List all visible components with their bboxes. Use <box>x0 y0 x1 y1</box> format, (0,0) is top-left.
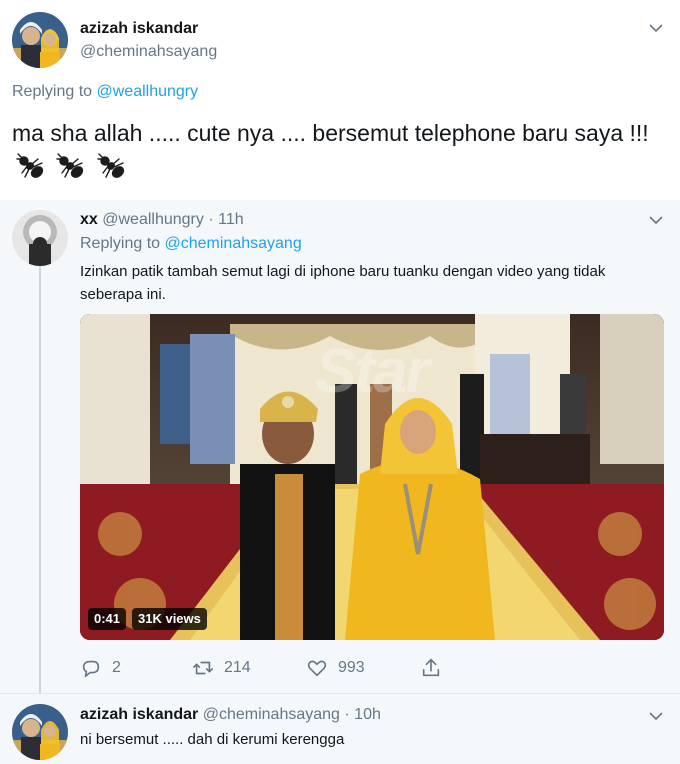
author-name[interactable]: azizah iskandar <box>80 20 198 38</box>
reply-button[interactable]: 2 <box>80 656 121 680</box>
ant-icon <box>56 153 84 178</box>
thread: xx @weallhungry · 11h Replying to @chemi… <box>0 200 680 764</box>
video-player[interactable]: Star 0:41 31K views <box>80 314 664 640</box>
video-duration-badge: 0:41 <box>88 608 127 630</box>
chevron-down-icon[interactable] <box>648 20 664 36</box>
heart-icon <box>307 660 327 677</box>
author-name[interactable]: xx <box>80 211 98 228</box>
retweet-icon <box>193 661 213 675</box>
tweet-time[interactable]: · 11h <box>208 211 243 228</box>
tweet-header: azizah iskandar @cheminahsayang · 10h <box>80 706 381 724</box>
thread-connector-line <box>39 264 41 694</box>
tweet-actions: 2 214 993 <box>80 656 480 680</box>
author-handle[interactable]: @cheminahsayang <box>203 706 340 723</box>
author-name[interactable]: azizah iskandar <box>80 706 198 723</box>
chevron-down-icon[interactable] <box>648 212 664 228</box>
author-handle[interactable]: @cheminahsayang <box>80 43 217 61</box>
share-button[interactable] <box>420 656 452 680</box>
tweet-text: ni bersemut ..... dah di kerumi kerengga <box>80 731 345 748</box>
replying-to: Replying to @weallhungry <box>12 83 198 101</box>
ant-icon <box>97 153 124 178</box>
tweet-text: Izinkan patik tambah semut lagi di iphon… <box>80 263 606 303</box>
divider <box>0 693 680 694</box>
tweet-time[interactable]: · 10h <box>344 706 380 723</box>
avatar[interactable] <box>12 12 68 68</box>
replying-to-link[interactable]: @weallhungry <box>97 83 199 100</box>
main-tweet: azizah iskandar @cheminahsayang Replying… <box>0 0 680 200</box>
retweet-count: 214 <box>224 659 251 676</box>
like-count: 993 <box>338 659 365 676</box>
reply-count: 2 <box>112 659 121 676</box>
replying-to: Replying to @cheminahsayang <box>80 235 302 253</box>
retweet-button[interactable]: 214 <box>192 656 251 680</box>
watermark-text: Star <box>315 337 430 406</box>
author-handle[interactable]: @weallhungry <box>102 211 204 228</box>
reply-icon <box>82 660 100 678</box>
avatar[interactable] <box>12 210 68 266</box>
share-icon <box>422 658 440 677</box>
replying-label: Replying to <box>12 83 93 100</box>
chevron-down-icon[interactable] <box>648 708 664 724</box>
ant-icon <box>16 153 44 178</box>
replying-to-link[interactable]: @cheminahsayang <box>165 235 302 252</box>
replying-label: Replying to <box>80 235 161 252</box>
tweet-body: ma sha allah ..... cute nya .... bersemu… <box>12 120 649 146</box>
tweet-header: xx @weallhungry · 11h <box>80 211 244 229</box>
like-button[interactable]: 993 <box>306 656 365 680</box>
video-views-badge: 31K views <box>132 608 207 630</box>
tweet-text: ma sha allah ..... cute nya .... bersemu… <box>12 116 662 184</box>
avatar[interactable] <box>12 704 68 760</box>
